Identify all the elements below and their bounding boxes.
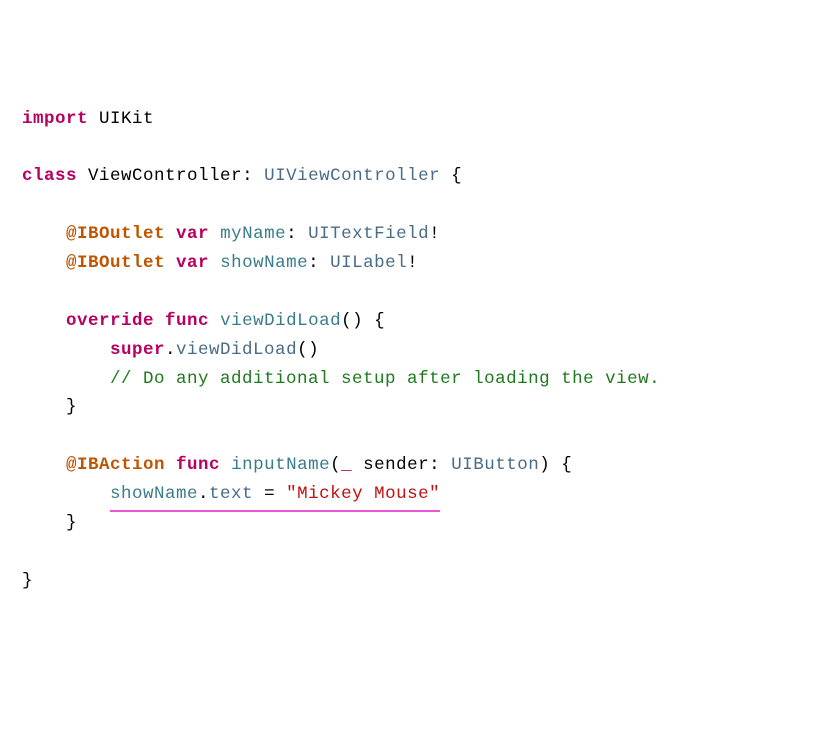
ident-myname: myName: [220, 224, 286, 244]
brace-open: {: [374, 311, 385, 331]
func-viewdidload: viewDidLoad: [220, 311, 341, 331]
colon: :: [242, 166, 253, 186]
brace-close: }: [22, 571, 33, 591]
dot: .: [198, 484, 209, 504]
keyword-var: var: [176, 224, 209, 244]
attr-ibaction: @IBAction: [66, 455, 165, 475]
param-sender: sender: [363, 455, 429, 475]
brace-close: }: [66, 397, 77, 417]
dot: .: [165, 340, 176, 360]
keyword-var: var: [176, 253, 209, 273]
type-uilabel: UILabel: [330, 253, 407, 273]
ident-showname: showName: [220, 253, 308, 273]
rparen: ): [539, 455, 550, 475]
brace-open: {: [451, 166, 462, 186]
colon: :: [429, 455, 440, 475]
module-uikit: UIKit: [99, 109, 154, 129]
string-literal: "Mickey Mouse": [286, 484, 440, 504]
ident-showname: showName: [110, 484, 198, 504]
brace-open: {: [561, 455, 572, 475]
parens: (): [297, 340, 319, 360]
prop-text: text: [209, 484, 253, 504]
lparen: (: [330, 455, 341, 475]
equals: =: [253, 484, 286, 504]
attr-iboutlet: @IBOutlet: [66, 253, 165, 273]
keyword-override: override: [66, 311, 154, 331]
keyword-import: import: [22, 109, 88, 129]
comment-line: // Do any additional setup after loading…: [110, 369, 660, 389]
colon: :: [308, 253, 319, 273]
brace-close: }: [66, 513, 77, 533]
type-uibutton: UIButton: [451, 455, 539, 475]
func-inputname: inputName: [231, 455, 330, 475]
attr-iboutlet: @IBOutlet: [66, 224, 165, 244]
call-viewdidload: viewDidLoad: [176, 340, 297, 360]
bang: !: [407, 253, 418, 273]
code-block: import UIKit class ViewController: UIVie…: [22, 105, 808, 596]
type-uitextfield: UITextField: [308, 224, 429, 244]
keyword-func: func: [176, 455, 220, 475]
class-name: ViewController: [88, 166, 242, 186]
underscore: _: [341, 455, 352, 475]
highlighted-line: showName.text = "Mickey Mouse": [110, 480, 440, 509]
type-uiviewcontroller: UIViewController: [264, 166, 440, 186]
keyword-super: super: [110, 340, 165, 360]
bang: !: [429, 224, 440, 244]
keyword-class: class: [22, 166, 77, 186]
parens: (): [341, 311, 363, 331]
colon: :: [286, 224, 297, 244]
keyword-func: func: [165, 311, 209, 331]
